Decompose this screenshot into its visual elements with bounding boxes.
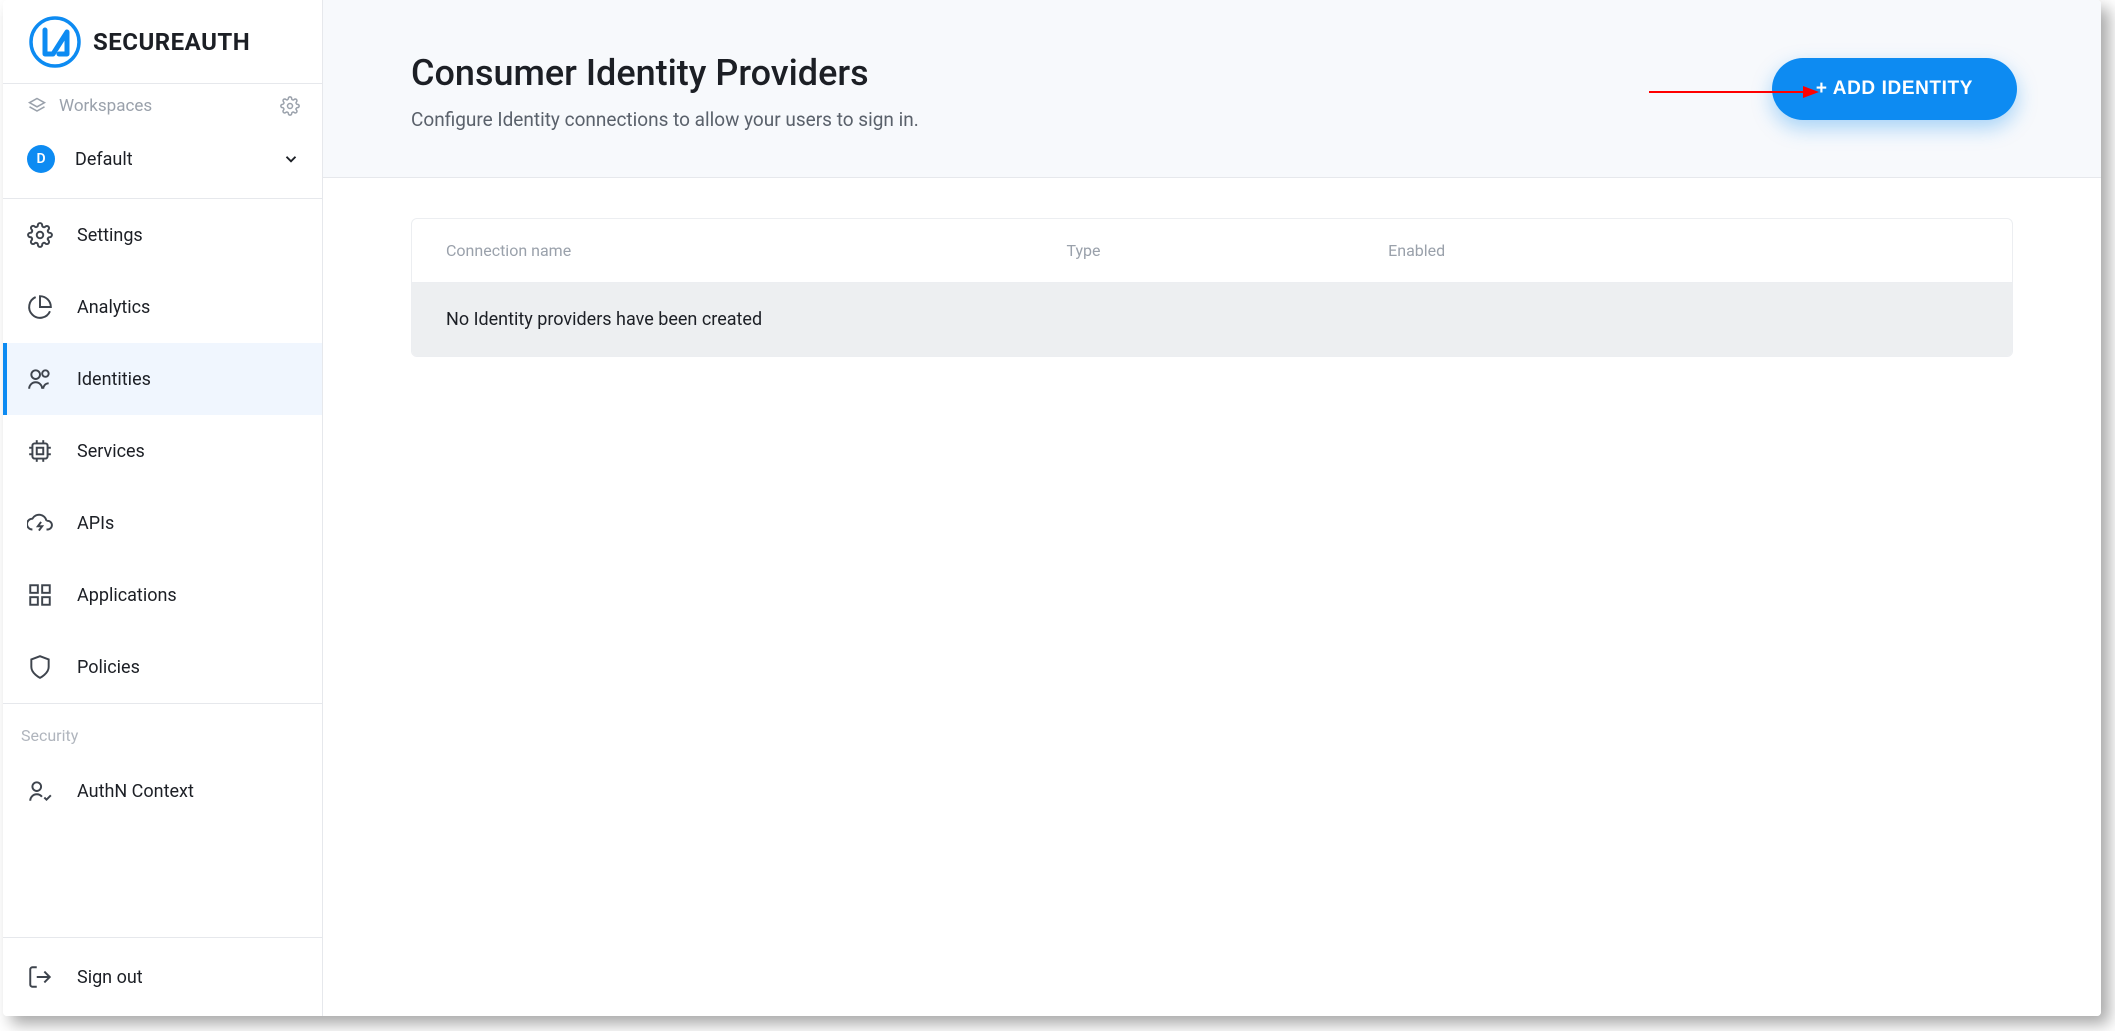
identity-providers-table: Connection name Type Enabled No Identity… (411, 218, 2013, 357)
sidebar-item-identities[interactable]: Identities (3, 343, 322, 415)
user-check-icon (27, 778, 53, 804)
signout-button[interactable]: Sign out (3, 938, 322, 1016)
workspaces-header: Workspaces (3, 84, 322, 128)
nav-label: Analytics (77, 297, 150, 318)
brand-logo[interactable]: SECUREAUTH (3, 0, 322, 84)
main-content: Consumer Identity Providers Configure Id… (323, 0, 2101, 1016)
layers-icon (27, 96, 47, 116)
annotation-arrow-icon (1649, 82, 1819, 102)
sidebar-item-services[interactable]: Services (3, 415, 322, 487)
sidebar-item-settings[interactable]: Settings (3, 199, 322, 271)
signout-label: Sign out (77, 967, 143, 988)
nav-label: APIs (77, 513, 114, 534)
nav-label: Services (77, 441, 145, 462)
nav-label: AuthN Context (77, 781, 194, 802)
sidebar-item-policies[interactable]: Policies (3, 631, 322, 703)
nav-label: Identities (77, 369, 151, 390)
signout-icon (27, 964, 53, 990)
brand-logo-icon (29, 16, 81, 68)
nav-label: Applications (77, 585, 177, 606)
nav: Settings Analytics Ide (3, 199, 322, 937)
table-header: Connection name Type Enabled (412, 219, 2012, 283)
workspace-badge: D (27, 145, 55, 173)
sidebar: SECUREAUTH Workspaces D D (3, 0, 323, 1016)
brand-name: SECUREAUTH (93, 28, 250, 56)
app-frame: SECUREAUTH Workspaces D D (3, 0, 2101, 1016)
nav-label: Policies (77, 657, 140, 678)
users-icon (27, 366, 53, 392)
sidebar-item-authn-context[interactable]: AuthN Context (3, 755, 322, 827)
shield-icon (27, 654, 53, 680)
chevron-down-icon (282, 150, 300, 168)
column-enabled: Enabled (1388, 241, 1978, 260)
column-type: Type (1066, 241, 1388, 260)
column-connection-name: Connection name (446, 241, 1066, 260)
cpu-icon (27, 438, 53, 464)
sidebar-item-applications[interactable]: Applications (3, 559, 322, 631)
pie-chart-icon (27, 294, 53, 320)
table-empty-row: No Identity providers have been created (412, 283, 2012, 356)
workspaces-label: Workspaces (59, 96, 152, 116)
sidebar-item-apis[interactable]: APIs (3, 487, 322, 559)
security-section-label: Security (3, 704, 322, 755)
cloud-bolt-icon (27, 510, 53, 536)
page-title: Consumer Identity Providers (411, 52, 919, 94)
grid-icon (27, 582, 53, 608)
page-subtitle: Configure Identity connections to allow … (411, 108, 919, 131)
gear-icon[interactable] (280, 96, 300, 116)
page-header: Consumer Identity Providers Configure Id… (323, 0, 2101, 178)
gear-icon (27, 222, 53, 248)
workspace-switcher[interactable]: D Default (3, 136, 322, 199)
sidebar-item-analytics[interactable]: Analytics (3, 271, 322, 343)
workspace-name: Default (75, 149, 133, 170)
nav-label: Settings (77, 225, 143, 246)
